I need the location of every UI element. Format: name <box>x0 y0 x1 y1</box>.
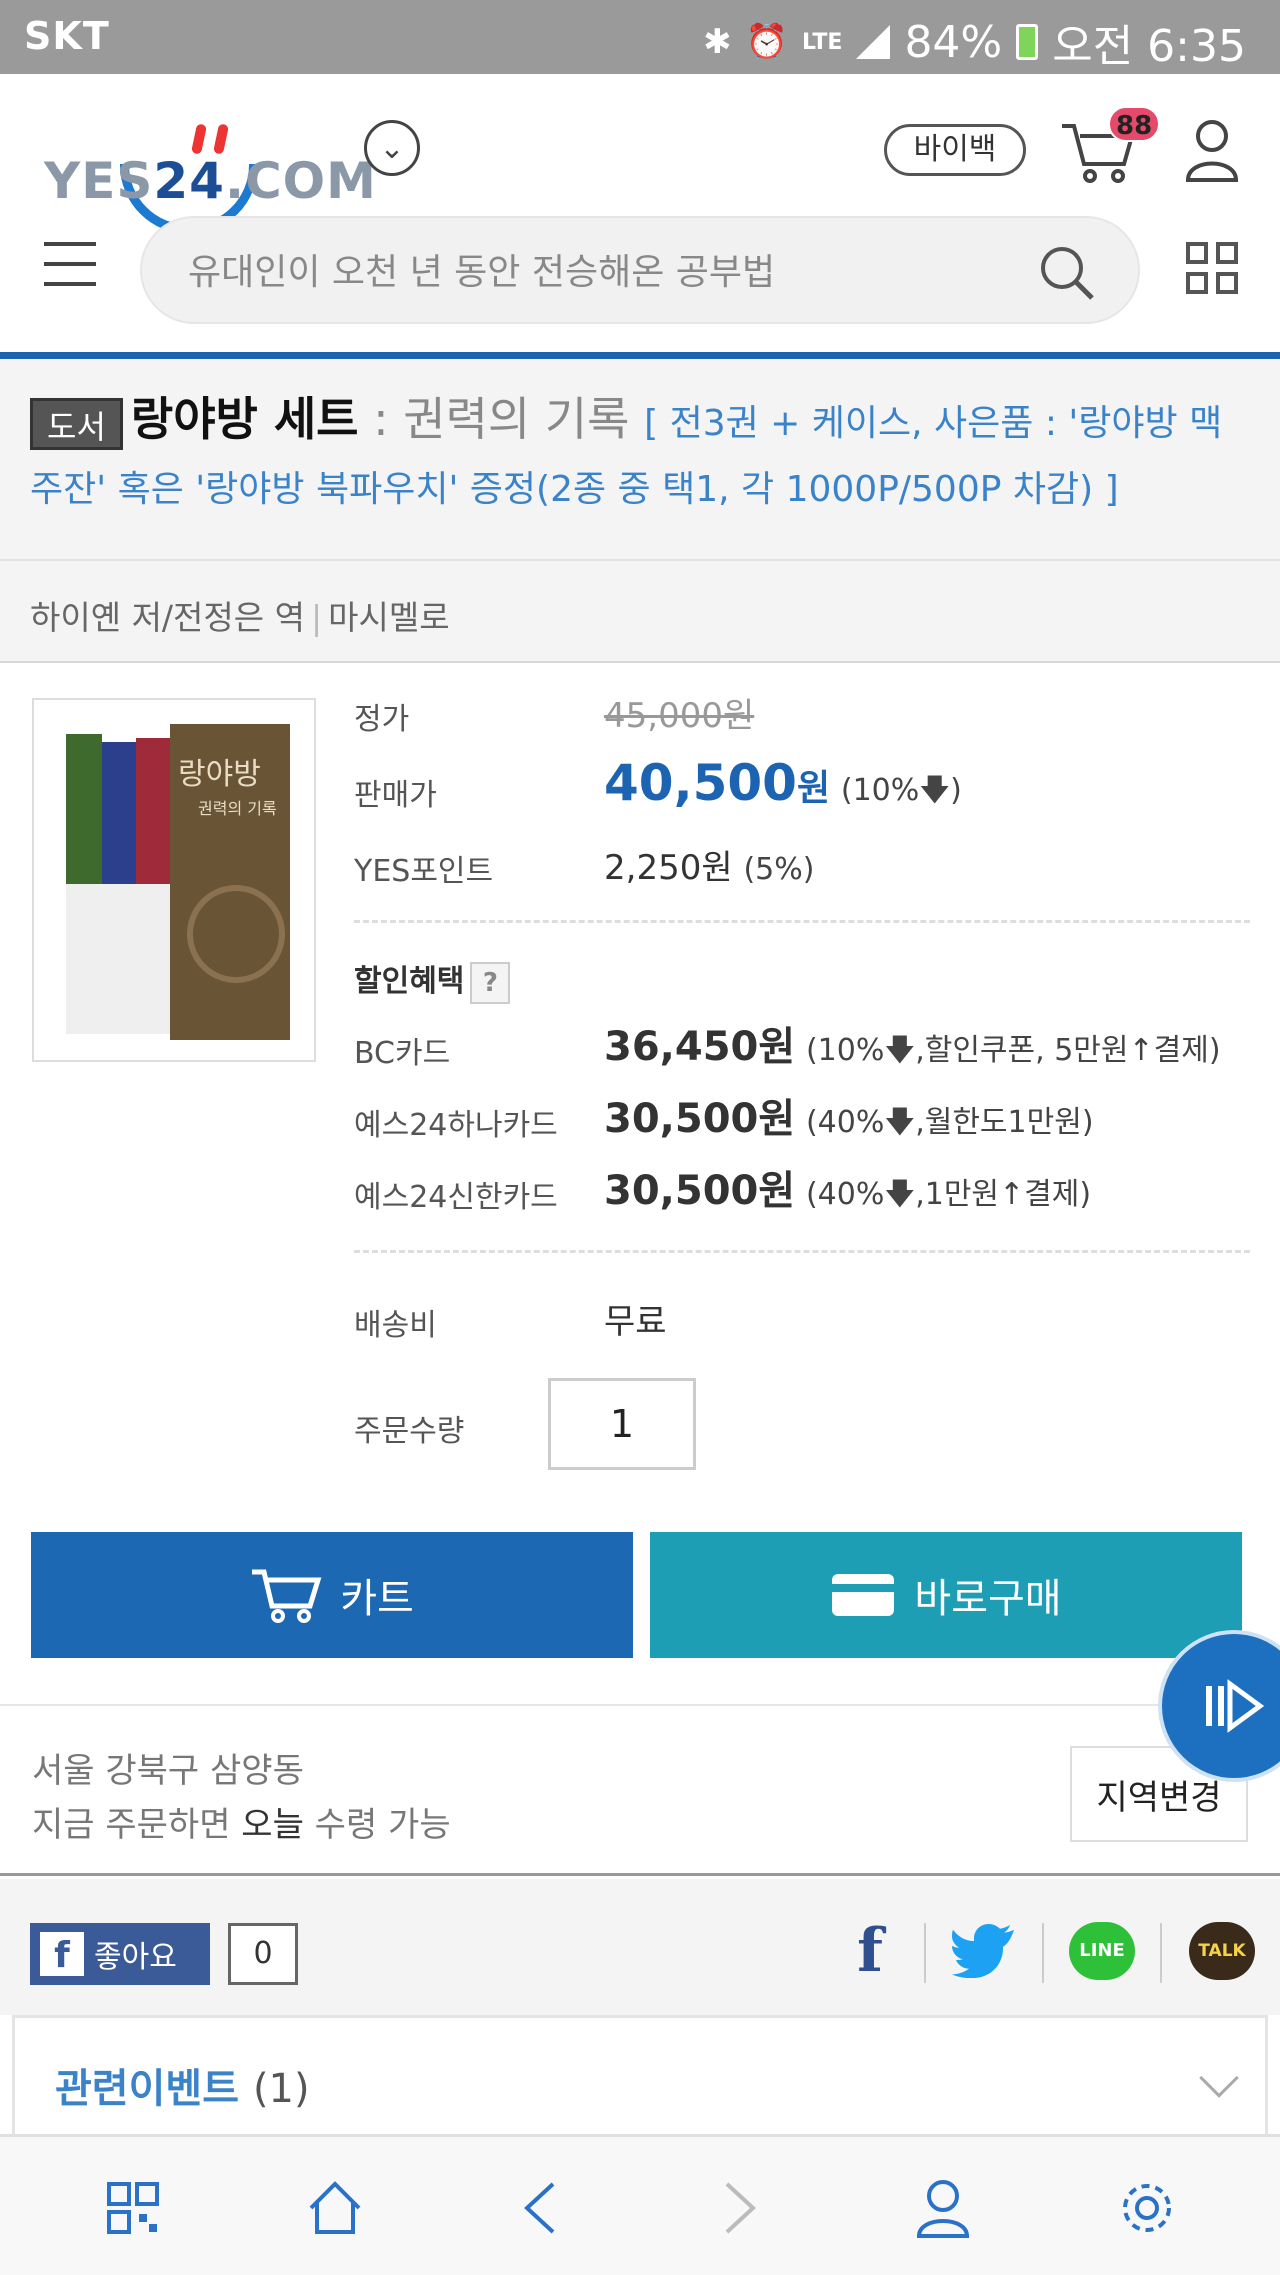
cart-button-label: 카트 <box>340 1577 414 1621</box>
author-separator: | <box>310 598 323 637</box>
search-bar <box>140 216 1140 324</box>
book-cover-image[interactable]: 랑야방 권력의 기록 <box>32 698 316 1062</box>
author-publisher: 하이옌 저/전정은 역 | 마시멜로 <box>30 591 450 639</box>
card-price-row: 30,500원 (40%🡇,1만원↑결제) <box>604 1168 1092 1214</box>
account-icon[interactable] <box>908 2173 978 2243</box>
related-events-title: 관련이벤트 (1) <box>55 2066 310 2112</box>
bluetooth-icon: ✱ <box>703 22 732 62</box>
product-title: 도서 랑야방 세트 : 권력의 기록 [ 전3권 + 케이스, 사은품 : '랑야… <box>30 387 1250 522</box>
logo-eye-left <box>190 123 208 155</box>
quantity-input[interactable] <box>548 1378 696 1470</box>
settings-icon[interactable] <box>1112 2173 1182 2243</box>
author-area: 하이옌 저/전정은 역 | 마시멜로 <box>0 561 1280 663</box>
list-price-label: 정가 <box>354 702 410 737</box>
delivery-address-block: 서울 강북구 삼양동 지금 주문하면 오늘 수령 가능 <box>32 1744 451 1852</box>
forward-icon[interactable] <box>706 2173 776 2243</box>
book-cover-illustration: 랑야방 권력의 기록 <box>48 714 304 1050</box>
discount-benefit-label: 할인혜택? <box>354 956 511 1004</box>
facebook-icon[interactable]: f <box>834 1915 906 1987</box>
separator <box>1042 1923 1044 1983</box>
logo-text: YES24.COM <box>44 152 377 210</box>
status-bar: SKT ✱ ⏰ LTE 84% 오전 6:35 <box>0 0 1280 74</box>
battery-icon <box>1016 24 1039 60</box>
category-grid-icon[interactable] <box>1186 242 1238 294</box>
alarm-icon: ⏰ <box>745 22 789 62</box>
battery-percent: 84% <box>904 16 1003 68</box>
card-name: BC카드 <box>354 1036 451 1071</box>
yes-points: 2,250원 (5%) <box>604 848 815 888</box>
card-name: 예스24하나카드 <box>354 1108 558 1143</box>
clock: 오전 6:35 <box>1052 21 1246 72</box>
buy-now-label: 바로구매 <box>914 1577 1062 1621</box>
carrier-label: SKT <box>24 14 110 58</box>
quantity-label: 주문수량 <box>354 1414 465 1449</box>
header-divider <box>0 352 1280 359</box>
status-icons: ✱ ⏰ LTE 84% 오전 6:35 <box>703 10 1246 74</box>
user-icon[interactable] <box>1184 114 1240 184</box>
delivery-info: 서울 강북구 삼양동 지금 주문하면 오늘 수령 가능 지역변경 <box>0 1704 1280 1876</box>
kakaotalk-icon[interactable]: TALK <box>1186 1915 1258 1987</box>
help-icon[interactable]: ? <box>470 961 511 1004</box>
payback-button[interactable]: 바이백 <box>884 124 1026 176</box>
product-title-area: 도서 랑야방 세트 : 권력의 기록 [ 전3권 + 케이스, 사은품 : '랑야… <box>0 359 1280 561</box>
sale-discount: (10%🡇) <box>840 773 962 808</box>
social-bar: f 좋아요 0 f LINE TALK <box>0 1879 1280 2015</box>
buy-now-button[interactable]: 바로구매 <box>650 1532 1242 1658</box>
divider-dashed <box>354 920 1250 923</box>
cover-title: 랑야방 <box>178 757 261 792</box>
credit-card-icon <box>832 1574 895 1616</box>
facebook-like-button[interactable]: f 좋아요 <box>30 1923 210 1985</box>
search-input[interactable] <box>188 246 1008 298</box>
delivery-availability: 지금 주문하면 오늘 수령 가능 <box>32 1805 451 1845</box>
header: YES24.COM ⌄ 바이백 88 <box>0 74 1280 354</box>
add-to-cart-button[interactable]: 카트 <box>31 1532 633 1658</box>
browser-bottom-nav <box>0 2134 1280 2275</box>
like-count: 0 <box>228 1923 298 1985</box>
separator <box>1160 1923 1162 1983</box>
sale-price-label: 판매가 <box>354 778 437 813</box>
sale-price: 40,500원 (10%🡇) <box>604 754 962 812</box>
list-price: 45,000원 <box>604 696 755 736</box>
chevron-down-icon[interactable] <box>1199 2058 1239 2098</box>
logo-eye-right <box>212 123 230 155</box>
yes-points-label: YES포인트 <box>354 854 494 889</box>
publisher-link[interactable]: 마시멜로 <box>328 598 449 637</box>
delivery-address: 서울 강북구 삼양동 <box>32 1751 304 1791</box>
like-label: 좋아요 <box>94 1940 177 1975</box>
signal-icon <box>856 25 891 59</box>
cart-count-badge: 88 <box>1108 106 1161 142</box>
cover-subtitle: 권력의 기록 <box>198 799 277 818</box>
twitter-icon[interactable] <box>948 1915 1020 1987</box>
separator <box>924 1923 926 1983</box>
back-icon[interactable] <box>504 2173 574 2243</box>
card-price-row: 36,450원 (10%🡇,할인쿠폰, 5만원↑결제) <box>604 1024 1221 1070</box>
facebook-logo-icon: f <box>40 1932 84 1976</box>
divider-dashed <box>354 1250 1250 1253</box>
line-icon[interactable]: LINE <box>1066 1915 1138 1987</box>
qr-code-icon[interactable] <box>98 2173 168 2243</box>
cart-icon <box>252 1569 322 1623</box>
search-icon[interactable] <box>1038 244 1096 302</box>
card-name: 예스24신한카드 <box>354 1180 558 1215</box>
hamburger-menu-icon[interactable] <box>44 242 96 292</box>
video-play-icon <box>1206 1679 1264 1733</box>
category-badge: 도서 <box>30 398 123 450</box>
lte-icon: LTE <box>802 29 843 55</box>
card-price-row: 30,500원 (40%🡇,월한도1만원) <box>604 1096 1094 1142</box>
product-subtitle: : 권력의 기록 <box>358 392 645 446</box>
author-link[interactable]: 하이옌 저/전정은 역 <box>30 598 305 637</box>
home-icon[interactable] <box>300 2173 370 2243</box>
shipping-label: 배송비 <box>354 1308 437 1343</box>
chevron-down-icon[interactable]: ⌄ <box>364 120 420 176</box>
product-name: 랑야방 세트 <box>130 392 359 446</box>
shipping-value: 무료 <box>604 1302 667 1342</box>
related-events-section[interactable]: 관련이벤트 (1) <box>12 2015 1268 2135</box>
